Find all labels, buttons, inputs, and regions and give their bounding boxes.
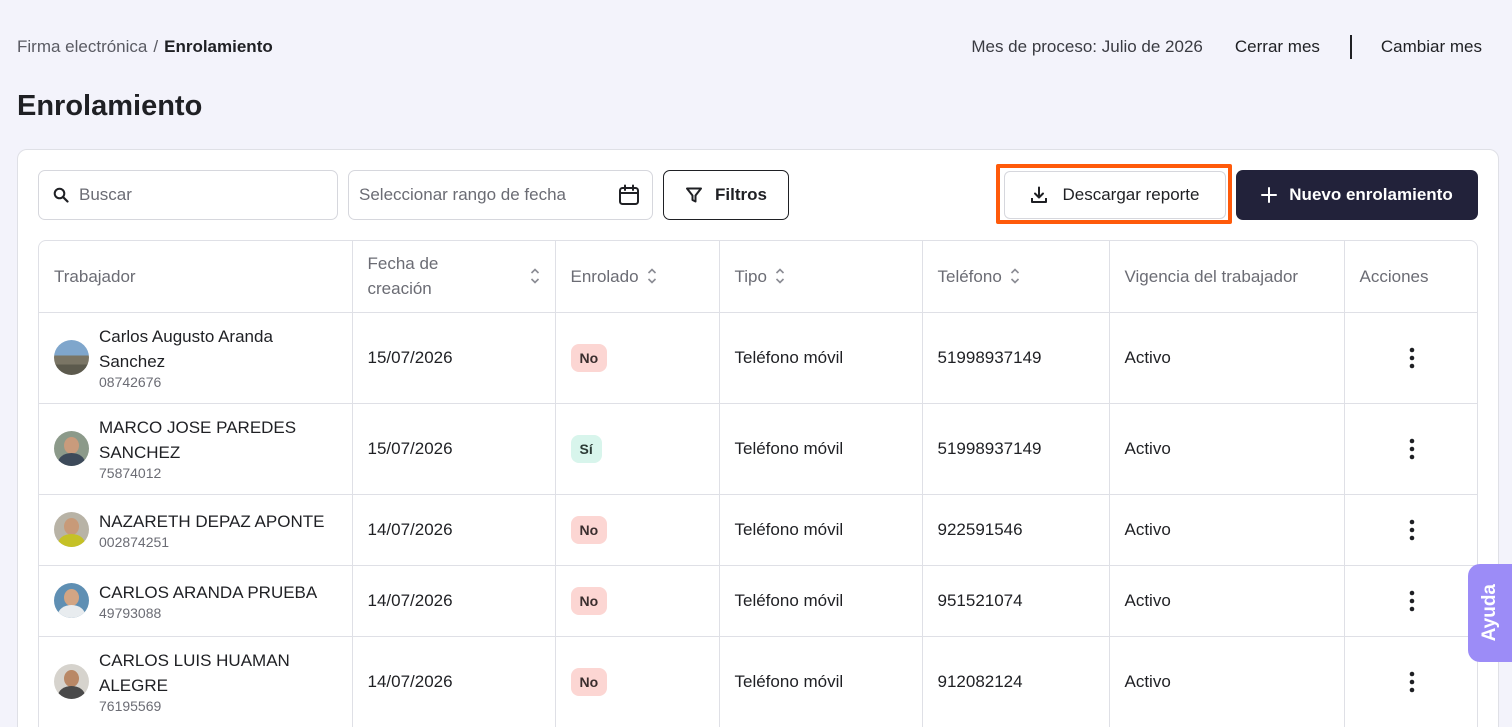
worker-document: 002874251 <box>99 533 170 550</box>
search-input[interactable] <box>79 185 319 205</box>
breadcrumb: Firma electrónica / Enrolamiento <box>17 37 273 57</box>
worker-name: CARLOS LUIS HUAMAN ALEGRE <box>99 651 290 695</box>
enrollment-table: Trabajador Fecha de creación Enrolado Ti… <box>38 240 1478 727</box>
sort-icon[interactable] <box>530 267 540 285</box>
phone-number: 912082124 <box>922 636 1110 727</box>
help-tab-button[interactable]: Ayuda <box>1468 564 1512 662</box>
worker-status: Activo <box>1109 403 1345 495</box>
table-row[interactable]: CARLOS ARANDA PRUEBA 49793088 14/07/2026… <box>39 565 1477 637</box>
calendar-icon[interactable] <box>618 184 640 206</box>
phone-number: 51998937149 <box>922 312 1110 404</box>
new-enrollment-button[interactable]: Nuevo enrolamiento <box>1236 170 1478 220</box>
search-icon <box>53 187 69 203</box>
enrolled-badge: No <box>570 667 608 696</box>
filters-button[interactable]: Filtros <box>663 170 789 220</box>
created-date: 14/07/2026 <box>352 494 556 566</box>
filter-icon <box>686 187 703 203</box>
sort-icon[interactable] <box>1010 267 1020 285</box>
column-header-enrolled[interactable]: Enrolado <box>555 241 720 313</box>
created-date: 15/07/2026 <box>352 403 556 495</box>
header-actions: Mes de proceso: Julio de 2026 Cerrar mes… <box>971 35 1482 59</box>
change-month-button[interactable]: Cambiar mes <box>1381 37 1482 57</box>
plus-icon <box>1261 187 1278 203</box>
sort-icon[interactable] <box>775 267 785 285</box>
table-row[interactable]: Carlos Augusto Aranda Sanchez 08742676 1… <box>39 312 1477 404</box>
worker-name: MARCO JOSE PAREDES SANCHEZ <box>99 418 297 462</box>
kebab-menu-icon <box>1409 671 1415 692</box>
worker-document: 76195569 <box>99 698 162 714</box>
avatar <box>54 340 89 375</box>
contact-type: Teléfono móvil <box>719 312 923 404</box>
search-field[interactable] <box>38 170 338 220</box>
worker-document: 08742676 <box>99 374 162 390</box>
process-month-label: Mes de proceso: Julio de 2026 <box>971 37 1203 56</box>
phone-number: 51998937149 <box>922 403 1110 495</box>
kebab-menu-icon <box>1409 347 1415 368</box>
header-divider <box>1349 35 1352 59</box>
page-title: Enrolamiento <box>17 90 203 122</box>
top-bar: Firma electrónica / Enrolamiento Mes de … <box>17 34 1482 60</box>
sort-icon[interactable] <box>647 267 657 285</box>
new-enrollment-label: Nuevo enrolamiento <box>1289 185 1453 204</box>
column-header-worker: Trabajador <box>39 241 353 313</box>
row-actions-button[interactable] <box>1360 347 1465 369</box>
worker-name: NAZARETH DEPAZ APONTE <box>99 511 325 531</box>
help-tab-label: Ayuda <box>1479 584 1500 642</box>
enrolled-badge: No <box>570 343 608 372</box>
contact-type: Teléfono móvil <box>719 565 923 637</box>
contact-type: Teléfono móvil <box>719 494 923 566</box>
column-header-type[interactable]: Tipo <box>719 241 923 313</box>
enrolled-badge: No <box>570 586 608 615</box>
worker-name: CARLOS ARANDA PRUEBA <box>99 582 318 602</box>
avatar <box>54 512 89 547</box>
contact-type: Teléfono móvil <box>719 403 923 495</box>
worker-status: Activo <box>1109 565 1345 637</box>
avatar <box>54 583 89 618</box>
column-header-worker-status: Vigencia del trabajador <box>1109 241 1345 313</box>
column-header-created-date[interactable]: Fecha de creación <box>352 241 556 313</box>
worker-document: 49793088 <box>99 604 162 621</box>
table-row[interactable]: NAZARETH DEPAZ APONTE 002874251 14/07/20… <box>39 494 1477 566</box>
date-range-input[interactable] <box>359 185 609 205</box>
close-month-button[interactable]: Cerrar mes <box>1235 37 1320 57</box>
date-range-field[interactable] <box>348 170 653 220</box>
enrolled-badge: Sí <box>570 434 602 463</box>
phone-number: 922591546 <box>922 494 1110 566</box>
column-header-phone[interactable]: Teléfono <box>922 241 1110 313</box>
column-header-actions: Acciones <box>1344 241 1477 313</box>
created-date: 14/07/2026 <box>352 565 556 637</box>
row-actions-button[interactable] <box>1360 590 1465 612</box>
download-report-label: Descargar reporte <box>1062 185 1200 204</box>
enrolled-badge: No <box>570 515 608 544</box>
worker-status: Activo <box>1109 494 1345 566</box>
row-actions-button[interactable] <box>1360 438 1465 460</box>
download-icon <box>1031 186 1048 203</box>
created-date: 14/07/2026 <box>352 636 556 727</box>
worker-status: Activo <box>1109 312 1345 404</box>
kebab-menu-icon <box>1409 590 1415 611</box>
worker-document: 75874012 <box>99 465 162 481</box>
breadcrumb-separator: / <box>153 37 159 56</box>
kebab-menu-icon <box>1409 438 1415 459</box>
download-report-button[interactable]: Descargar reporte <box>1004 171 1226 219</box>
table-row[interactable]: MARCO JOSE PAREDES SANCHEZ 75874012 15/0… <box>39 403 1477 495</box>
breadcrumb-parent[interactable]: Firma electrónica <box>17 37 147 57</box>
worker-name: Carlos Augusto Aranda Sanchez <box>99 327 273 371</box>
row-actions-button[interactable] <box>1360 671 1465 693</box>
table-row[interactable]: CARLOS LUIS HUAMAN ALEGRE 76195569 14/07… <box>39 636 1477 727</box>
avatar <box>54 431 89 466</box>
table-header-row: Trabajador Fecha de creación Enrolado Ti… <box>39 241 1477 313</box>
created-date: 15/07/2026 <box>352 312 556 404</box>
contact-type: Teléfono móvil <box>719 636 923 727</box>
breadcrumb-current: Enrolamiento <box>164 37 273 56</box>
worker-status: Activo <box>1109 636 1345 727</box>
enrollment-card: Filtros Descargar reporte Nuevo enrolami… <box>17 149 1499 727</box>
kebab-menu-icon <box>1409 519 1415 540</box>
row-actions-button[interactable] <box>1360 519 1465 541</box>
phone-number: 951521074 <box>922 565 1110 637</box>
toolbar: Filtros Descargar reporte Nuevo enrolami… <box>38 164 1478 224</box>
filters-label: Filtros <box>715 185 767 204</box>
avatar <box>54 664 89 699</box>
